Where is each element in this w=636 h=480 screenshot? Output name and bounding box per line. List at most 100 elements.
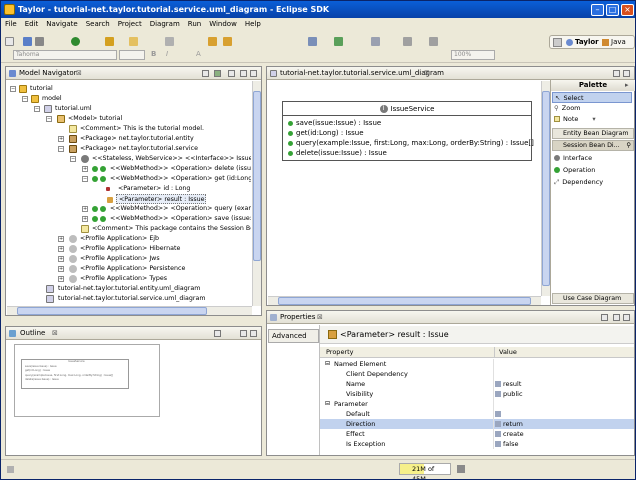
- minimize-view-icon[interactable]: [240, 70, 247, 77]
- property-row[interactable]: Effect create: [320, 429, 634, 439]
- property-row[interactable]: Default: [320, 409, 634, 419]
- navigator-hscroll-thumb[interactable]: [17, 307, 207, 315]
- palette-drawer-usecase[interactable]: Use Case Diagram: [552, 293, 634, 304]
- editor-vscrollbar[interactable]: [541, 81, 550, 296]
- property-row-selected[interactable]: Direction return: [320, 419, 634, 429]
- status-bar: 21M of 45M: [1, 459, 635, 479]
- palette-collapse-icon[interactable]: ▸: [625, 81, 629, 89]
- group-icon[interactable]: [429, 37, 438, 46]
- close-tab-icon[interactable]: ⊠: [424, 67, 430, 80]
- close-tab-icon[interactable]: ⊠: [317, 311, 323, 324]
- palette-interface-tool[interactable]: Interface: [554, 153, 592, 164]
- open-folder-icon[interactable]: [129, 37, 138, 46]
- palette-note-tool[interactable]: Note ▾: [554, 114, 596, 125]
- section-tab-advanced[interactable]: Advanced: [268, 329, 319, 343]
- navigator-hscrollbar[interactable]: [7, 306, 252, 315]
- editor-vscroll-thumb[interactable]: [542, 91, 550, 286]
- palette-drawer-entity[interactable]: Entity Bean Diagram: [552, 128, 634, 139]
- layout-icon[interactable]: [308, 37, 317, 46]
- navigator-vscroll-thumb[interactable]: [253, 91, 261, 261]
- property-row[interactable]: Name result: [320, 379, 634, 389]
- forward-icon[interactable]: [223, 37, 232, 46]
- column-property[interactable]: Property: [326, 347, 354, 358]
- arrange-icon[interactable]: [403, 37, 412, 46]
- uml-operation[interactable]: query(example:Issue, first:Long, max:Lon…: [288, 139, 534, 148]
- minimize-view-icon[interactable]: [613, 314, 620, 321]
- property-row-category[interactable]: ⊟ Named Element: [320, 359, 634, 369]
- view-menu-icon[interactable]: [228, 70, 235, 77]
- minimize-view-icon[interactable]: [240, 330, 247, 337]
- uml-operation[interactable]: save(issue:Issue) : Issue: [288, 119, 381, 128]
- property-row[interactable]: Is Exception false: [320, 439, 634, 449]
- heap-status[interactable]: 21M of 45M: [399, 463, 451, 479]
- palette-select-tool[interactable]: ↖ Select: [552, 92, 632, 103]
- zoom-icon[interactable]: [371, 37, 380, 46]
- menu-window[interactable]: Window: [205, 18, 241, 30]
- font-color-button[interactable]: A: [196, 50, 201, 58]
- menu-navigate[interactable]: Navigate: [42, 18, 81, 30]
- back-icon[interactable]: [208, 37, 217, 46]
- editor-hscrollbar[interactable]: [268, 296, 541, 305]
- collapse-icon[interactable]: ⊟: [325, 359, 330, 369]
- open-perspective-icon[interactable]: [553, 38, 562, 47]
- property-row-category[interactable]: ⊟ Parameter: [320, 399, 634, 409]
- print-icon[interactable]: [35, 37, 44, 46]
- collapse-all-icon[interactable]: [202, 70, 209, 77]
- properties-tab[interactable]: Properties ⊠: [267, 311, 634, 324]
- column-value[interactable]: Value: [494, 347, 517, 358]
- palette-dependency-tool[interactable]: ⤢ Dependency: [554, 177, 603, 188]
- palette-operation-tool[interactable]: Operation: [554, 165, 595, 176]
- menu-file[interactable]: File: [1, 18, 21, 30]
- perspective-taylor[interactable]: Taylor: [566, 37, 599, 48]
- uml-operation[interactable]: delete(issue:Issue) : Issue: [288, 149, 387, 158]
- editor-tab[interactable]: tutorial-net.taylor.tutorial.service.uml…: [267, 67, 634, 80]
- view-menu-icon[interactable]: [601, 314, 608, 321]
- maximize-view-icon[interactable]: [623, 314, 630, 321]
- palette-zoom-tool[interactable]: ⚲ Zoom: [554, 103, 581, 114]
- close-tab-icon[interactable]: ⊠: [52, 327, 58, 340]
- minimize-editor-icon[interactable]: [613, 70, 620, 77]
- menu-diagram[interactable]: Diagram: [146, 18, 184, 30]
- menu-run[interactable]: Run: [184, 18, 205, 30]
- perspective-java[interactable]: Java: [602, 37, 626, 48]
- maximize-view-icon[interactable]: [250, 330, 257, 337]
- model-navigator-tab[interactable]: Model Navigator ⊠: [6, 67, 261, 80]
- menu-search[interactable]: Search: [82, 18, 114, 30]
- navigator-vscrollbar[interactable]: [252, 81, 261, 306]
- editor-hscroll-thumb[interactable]: [278, 297, 531, 305]
- outline-toggle-icon[interactable]: [214, 330, 221, 337]
- bold-button[interactable]: B: [151, 50, 156, 58]
- menu-edit[interactable]: Edit: [21, 18, 43, 30]
- collapse-icon[interactable]: ⊟: [325, 399, 330, 409]
- italic-button[interactable]: I: [166, 50, 168, 58]
- pin-icon[interactable]: ⚲: [626, 141, 631, 150]
- route-icon[interactable]: [334, 37, 343, 46]
- close-tab-icon[interactable]: ⊠: [76, 67, 82, 80]
- property-row[interactable]: Client Dependency: [320, 369, 634, 379]
- menu-help[interactable]: Help: [241, 18, 265, 30]
- save-icon[interactable]: [23, 37, 32, 46]
- menu-project[interactable]: Project: [114, 18, 146, 30]
- uml-operation[interactable]: get(id:Long) : Issue: [288, 129, 364, 138]
- property-row[interactable]: Visibility public: [320, 389, 634, 399]
- maximize-editor-icon[interactable]: [623, 70, 630, 77]
- open-type-icon[interactable]: [105, 37, 114, 46]
- gc-trash-icon[interactable]: [457, 465, 465, 473]
- uml-class-issueservice[interactable]: I IssueService save(issue:Issue) : Issue …: [282, 101, 534, 161]
- new-icon[interactable]: [5, 37, 14, 46]
- close-button[interactable]: ×: [621, 4, 634, 16]
- maximize-view-icon[interactable]: [250, 70, 257, 77]
- run-icon[interactable]: [71, 37, 80, 46]
- tree-row-selected[interactable]: <Parameter> result : Issue: [107, 194, 206, 204]
- font-combo[interactable]: Tahoma: [13, 50, 117, 60]
- outline-thumbnail[interactable]: IssueService save(issue:Issue) : Issue g…: [14, 344, 160, 417]
- font-size-combo[interactable]: [119, 50, 145, 60]
- link-editor-icon[interactable]: [214, 70, 221, 77]
- zoom-combo[interactable]: 100%: [451, 50, 495, 60]
- palette-drawer-session[interactable]: Session Bean Di... ⚲: [552, 140, 634, 151]
- outline-tab[interactable]: Outline ⊠: [6, 327, 261, 340]
- align-icon[interactable]: [165, 37, 174, 46]
- minimize-button[interactable]: –: [591, 4, 604, 16]
- maximize-button[interactable]: □: [606, 4, 619, 16]
- fast-view-icon[interactable]: [7, 466, 14, 473]
